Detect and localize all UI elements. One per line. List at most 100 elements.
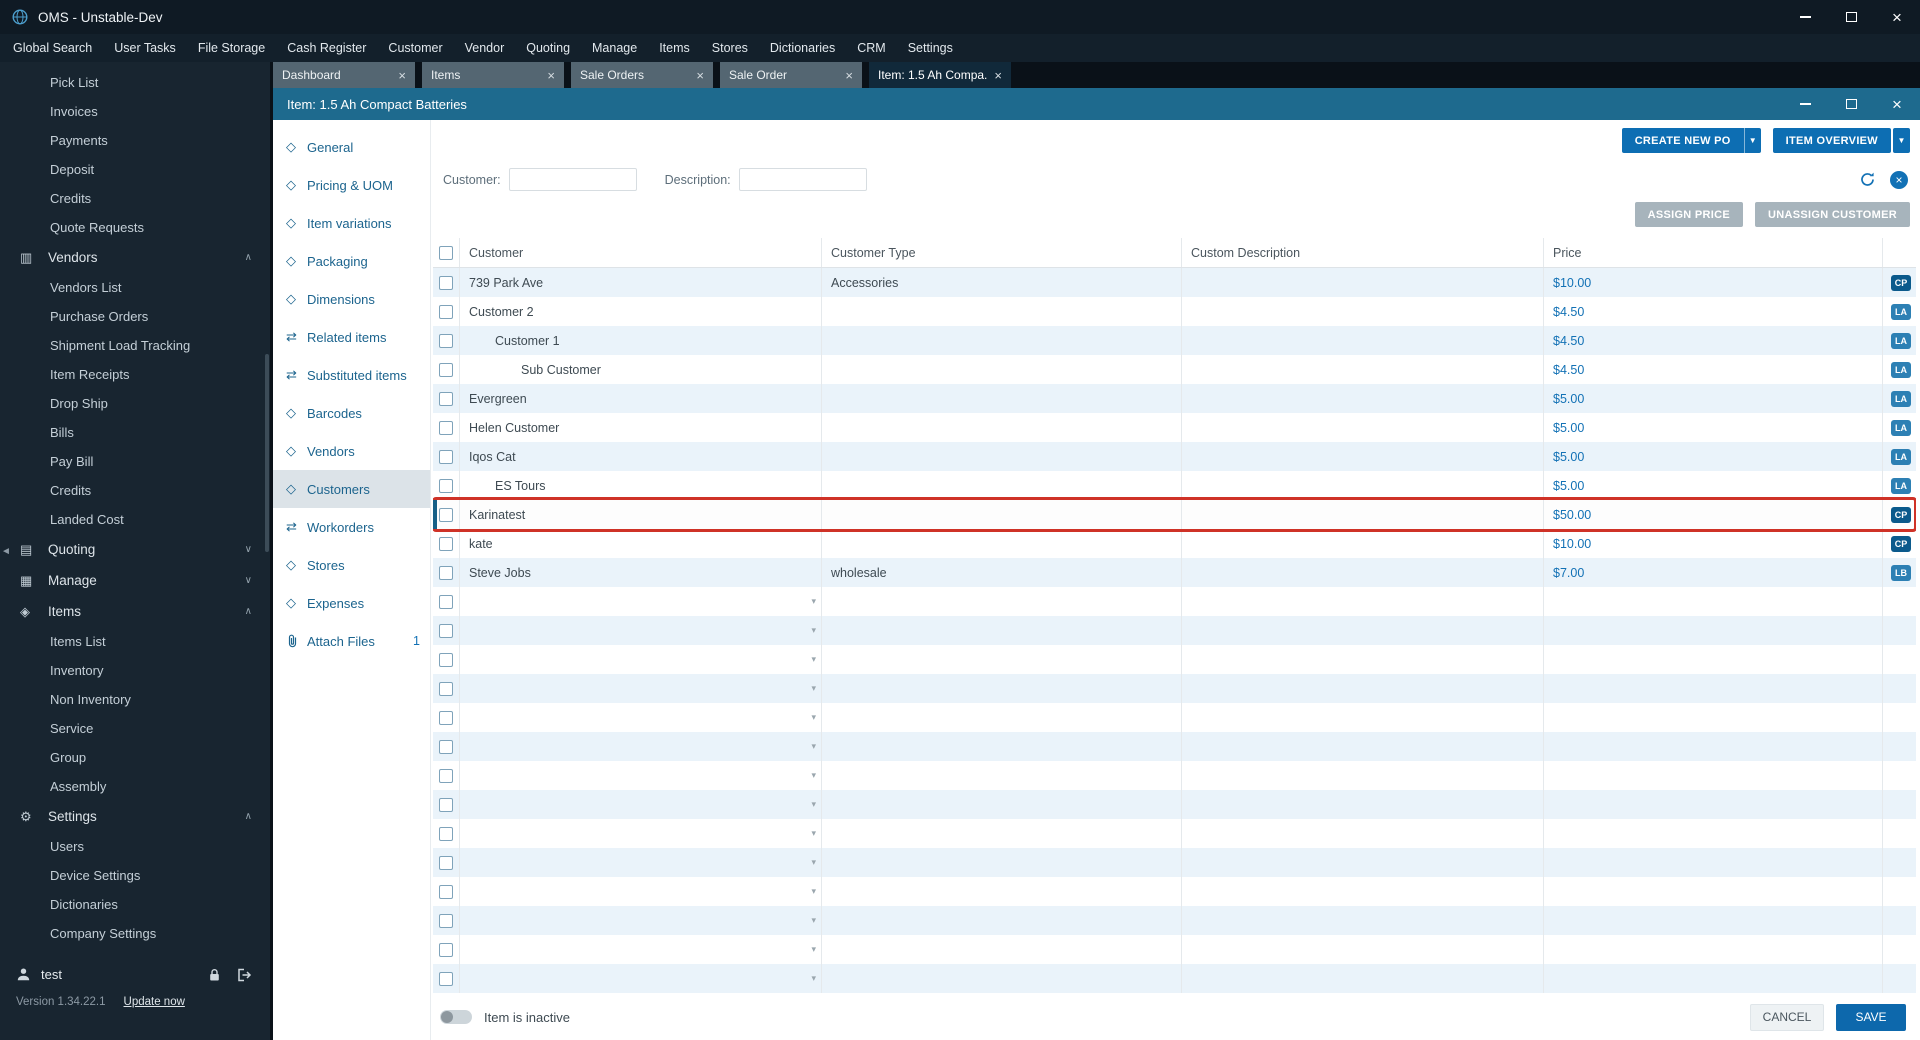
price-badge-la[interactable]: LA [1891, 303, 1911, 320]
row-checkbox[interactable] [439, 739, 453, 754]
item-window-close-button[interactable]: × [1874, 88, 1920, 120]
tab-items[interactable]: Items × [422, 62, 564, 88]
tab-close-icon[interactable]: × [994, 69, 1002, 82]
table-row-empty[interactable]: ▾ [433, 906, 1916, 935]
row-checkbox[interactable] [439, 971, 453, 986]
sidebar-item-purchase-orders[interactable]: Purchase Orders [0, 302, 270, 331]
dropdown-arrow-icon[interactable]: ▾ [811, 799, 816, 810]
window-maximize-button[interactable] [1828, 0, 1874, 34]
row-checkbox[interactable] [439, 855, 453, 870]
sidebar-item-group[interactable]: Group [0, 743, 270, 772]
nav-item-general[interactable]: ◇ General [273, 128, 430, 166]
item-inactive-toggle[interactable] [440, 1010, 472, 1024]
price-badge-cp[interactable]: CP [1891, 506, 1911, 523]
table-row[interactable]: ES Tours $5.00 LA [433, 471, 1916, 500]
table-row-empty[interactable]: ▾ [433, 674, 1916, 703]
table-row[interactable]: 739 Park Ave Accessories $10.00 CP [433, 268, 1916, 297]
sidebar-item-credits[interactable]: Credits [0, 184, 270, 213]
window-minimize-button[interactable] [1782, 0, 1828, 34]
sidebar-item-quote-requests[interactable]: Quote Requests [0, 213, 270, 242]
menu-item-customer[interactable]: Customer [377, 41, 453, 55]
table-row-highlighted[interactable]: Karinatest $50.00 CP [433, 497, 1916, 532]
sidebar-item-landed-cost[interactable]: Landed Cost [0, 505, 270, 534]
assign-price-button[interactable]: ASSIGN PRICE [1634, 202, 1744, 227]
table-row[interactable]: Iqos Cat $5.00 LA [433, 442, 1916, 471]
menu-item-crm[interactable]: CRM [846, 41, 896, 55]
description-filter-input[interactable] [738, 168, 867, 191]
row-checkbox[interactable] [439, 507, 453, 522]
column-header-customer[interactable]: Customer [460, 238, 822, 267]
price-badge-lb[interactable]: LB [1891, 564, 1911, 581]
dropdown-arrow-icon[interactable]: ▾ [811, 828, 816, 839]
window-close-button[interactable]: × [1874, 0, 1920, 34]
item-window-restore-button[interactable] [1828, 88, 1874, 120]
lock-icon[interactable] [208, 968, 221, 982]
sidebar-section-items[interactable]: ◈ Items ∧ [0, 596, 270, 627]
price-badge-la[interactable]: LA [1891, 448, 1911, 465]
menu-item-manage[interactable]: Manage [581, 41, 648, 55]
row-checkbox[interactable] [439, 333, 453, 348]
price-badge-la[interactable]: LA [1891, 477, 1911, 494]
tab-item-1-5-ah-compa[interactable]: Item: 1.5 Ah Compa... × [869, 62, 1011, 88]
nav-item-dimensions[interactable]: ◇ Dimensions [273, 280, 430, 318]
row-checkbox[interactable] [439, 826, 453, 841]
row-checkbox[interactable] [439, 391, 453, 406]
sidebar-item-inventory[interactable]: Inventory [0, 656, 270, 685]
sidebar-item-items-list[interactable]: Items List [0, 627, 270, 656]
sidebar-item-shipment-load-tracking[interactable]: Shipment Load Tracking [0, 331, 270, 360]
tab-close-icon[interactable]: × [398, 69, 406, 82]
nav-item-workorders[interactable]: ⇄ Workorders [273, 508, 430, 546]
table-row-empty[interactable]: ▾ [433, 703, 1916, 732]
row-checkbox[interactable] [439, 942, 453, 957]
dropdown-arrow-icon[interactable]: ▾ [811, 857, 816, 868]
table-row-empty[interactable]: ▾ [433, 761, 1916, 790]
row-checkbox[interactable] [439, 275, 453, 290]
menu-item-stores[interactable]: Stores [701, 41, 759, 55]
item-overview-button[interactable]: ITEM OVERVIEW ▼ [1772, 128, 1910, 153]
sidebar-item-non-inventory[interactable]: Non Inventory [0, 685, 270, 714]
tab-close-icon[interactable]: × [547, 69, 555, 82]
row-checkbox[interactable] [439, 594, 453, 609]
tab-sale-order[interactable]: Sale Order × [720, 62, 862, 88]
sidebar-item-users[interactable]: Users [0, 832, 270, 861]
table-row[interactable]: Helen Customer $5.00 LA [433, 413, 1916, 442]
table-row-empty[interactable]: ▾ [433, 616, 1916, 645]
price-badge-la[interactable]: LA [1891, 419, 1911, 436]
menu-item-global-search[interactable]: Global Search [2, 41, 103, 55]
nav-item-expenses[interactable]: ◇ Expenses [273, 584, 430, 622]
row-checkbox[interactable] [439, 478, 453, 493]
row-checkbox[interactable] [439, 449, 453, 464]
table-row-empty[interactable]: ▾ [433, 848, 1916, 877]
sidebar-item-invoices[interactable]: Invoices [0, 97, 270, 126]
sidebar-item-vendors-list[interactable]: Vendors List [0, 273, 270, 302]
refresh-icon[interactable] [1859, 171, 1876, 188]
create-new-po-button[interactable]: CREATE NEW PO ▼ [1621, 128, 1761, 153]
nav-item-customers[interactable]: ◇ Customers [273, 470, 430, 508]
sidebar-item-company-settings[interactable]: Company Settings [0, 919, 270, 948]
sidebar-collapse-arrow-icon[interactable]: ◄ [1, 546, 11, 557]
price-badge-cp[interactable]: CP [1891, 535, 1911, 552]
nav-item-item-variations[interactable]: ◇ Item variations [273, 204, 430, 242]
menu-item-items[interactable]: Items [648, 41, 701, 55]
price-badge-la[interactable]: LA [1891, 390, 1911, 407]
dropdown-arrow-icon[interactable]: ▾ [811, 712, 816, 723]
row-checkbox[interactable] [439, 623, 453, 638]
sidebar-section-vendors[interactable]: ▥ Vendors ∧ [0, 242, 270, 273]
sidebar-item-service[interactable]: Service [0, 714, 270, 743]
sidebar-item-bills[interactable]: Bills [0, 418, 270, 447]
table-row[interactable]: kate $10.00 CP [433, 529, 1916, 558]
dropdown-arrow-icon[interactable]: ▾ [811, 973, 816, 984]
table-row-empty[interactable]: ▾ [433, 732, 1916, 761]
sidebar-item-pick-list[interactable]: Pick List [0, 68, 270, 97]
menu-item-quoting[interactable]: Quoting [515, 41, 581, 55]
sidebar-section-manage[interactable]: ▦ Manage ∨ [0, 565, 270, 596]
column-header-customer-type[interactable]: Customer Type [822, 238, 1182, 267]
nav-item-vendors[interactable]: ◇ Vendors [273, 432, 430, 470]
table-row[interactable]: Evergreen $5.00 LA [433, 384, 1916, 413]
price-badge-cp[interactable]: CP [1891, 274, 1911, 291]
row-checkbox[interactable] [439, 797, 453, 812]
nav-item-attach-files[interactable]: Attach Files 1 [273, 622, 430, 660]
table-row[interactable]: Customer 2 $4.50 LA [433, 297, 1916, 326]
sidebar-item-device-settings[interactable]: Device Settings [0, 861, 270, 890]
item-window-minimize-button[interactable] [1782, 88, 1828, 120]
